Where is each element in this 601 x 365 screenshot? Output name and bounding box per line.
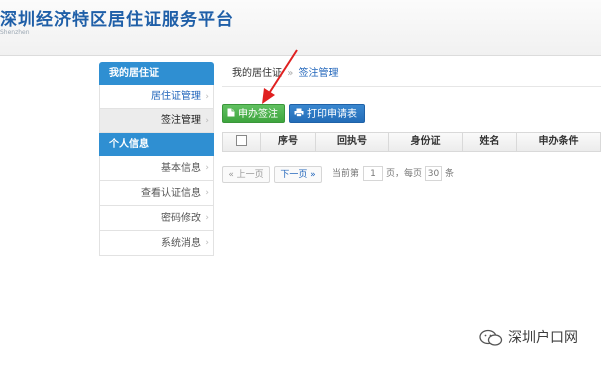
page-size-prefix: 页，每页 <box>386 169 423 179</box>
column-header: 身份证 <box>389 133 463 151</box>
sidebar-item-label: 查看认证信息 <box>141 188 201 199</box>
breadcrumb: 我的居住证 » 签注管理 <box>222 62 601 87</box>
chevron-right-icon: › <box>205 238 209 248</box>
select-all-checkbox[interactable] <box>236 134 247 146</box>
sidebar-item-label: 基本信息 <box>161 163 201 174</box>
sidebar-item-label: 居住证管理 <box>151 91 201 102</box>
main-content: 我的居住证 » 签注管理 申办签注 打印申请表 序号 回执号 身份证 姓名 申办… <box>222 62 601 183</box>
endorsement-table-header: 序号 回执号 身份证 姓名 申办条件 <box>222 132 601 152</box>
next-page-button[interactable]: 下一页 » <box>274 166 322 183</box>
print-application-label: 打印申请表 <box>307 109 357 120</box>
apply-endorsement-label: 申办签注 <box>238 109 278 120</box>
chevron-right-icon: › <box>205 213 209 223</box>
sidebar-item-label: 密码修改 <box>161 213 201 224</box>
sidebar-item-label: 签注管理 <box>161 115 201 126</box>
site-subtitle: Shenzhen <box>0 29 30 36</box>
sidebar-heading-my-permit: 我的居住证 <box>99 62 214 85</box>
chevron-right-icon: › <box>205 92 209 102</box>
column-header: 申办条件 <box>538 136 579 147</box>
page-number-input[interactable]: 1 <box>363 166 383 181</box>
chevron-right-icon: › <box>205 116 209 126</box>
sidebar: 我的居住证 居住证管理 › 签注管理 › 个人信息 基本信息 › 查看认证信息 … <box>99 62 214 256</box>
sidebar-item-basic-info[interactable]: 基本信息 › <box>99 156 214 181</box>
select-all-cell[interactable] <box>223 133 261 151</box>
sidebar-item-view-auth-info[interactable]: 查看认证信息 › <box>99 181 214 206</box>
page-size-input[interactable]: 30 <box>425 166 442 181</box>
current-page-prefix: 当前第 <box>332 169 360 179</box>
site-header: 深圳经济特区居住证服务平台 Shenzhen <box>0 0 601 56</box>
sidebar-item-system-messages[interactable]: 系统消息 › <box>99 231 214 256</box>
sidebar-item-endorsement-management[interactable]: 签注管理 › <box>99 109 214 133</box>
breadcrumb-item-my-permit[interactable]: 我的居住证 <box>222 68 282 79</box>
chevron-right-icon: › <box>205 188 209 198</box>
column-header: 回执号 <box>316 133 389 151</box>
site-title: 深圳经济特区居住证服务平台 <box>0 10 234 30</box>
breadcrumb-separator: » <box>287 68 294 79</box>
apply-endorsement-button[interactable]: 申办签注 <box>222 104 285 123</box>
sidebar-item-change-password[interactable]: 密码修改 › <box>99 206 214 231</box>
sidebar-heading-personal-info: 个人信息 <box>99 133 214 156</box>
prev-page-button[interactable]: « 上一页 <box>222 166 270 183</box>
column-header: 序号 <box>261 133 316 151</box>
chevron-right-icon: › <box>205 163 209 173</box>
watermark-text: 深圳户口网 <box>508 330 578 346</box>
page-size-suffix: 条 <box>445 169 455 179</box>
printer-icon <box>294 106 304 125</box>
wechat-logo-icon <box>479 329 503 346</box>
column-header: 姓名 <box>463 133 517 151</box>
print-application-button[interactable]: 打印申请表 <box>289 104 365 123</box>
breadcrumb-item-endorsement[interactable]: 签注管理 <box>299 68 339 79</box>
document-icon <box>227 106 235 125</box>
sidebar-item-label: 系统消息 <box>161 238 201 249</box>
sidebar-item-permit-management[interactable]: 居住证管理 › <box>99 85 214 109</box>
